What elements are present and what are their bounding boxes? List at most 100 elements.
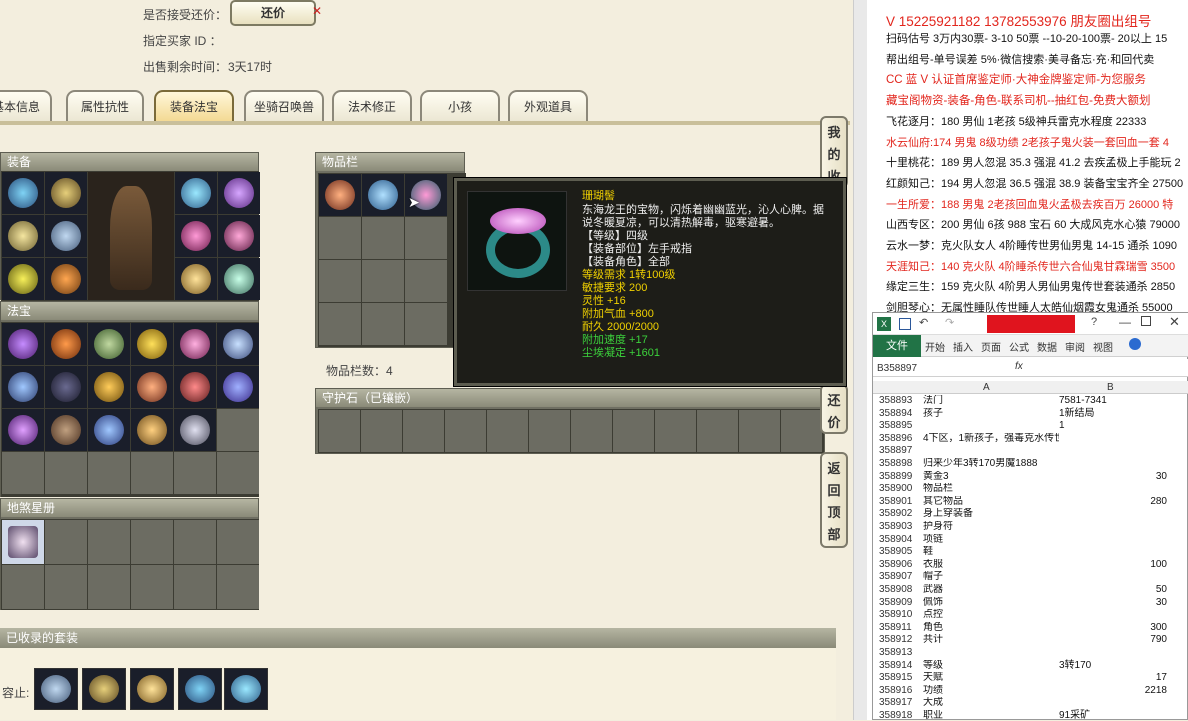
treasure-slot[interactable] <box>217 323 259 365</box>
equip-slot-belt[interactable] <box>175 258 217 300</box>
sheet-row[interactable]: 358908 武器 50 <box>873 584 1188 597</box>
empty-slot[interactable] <box>217 565 259 609</box>
equip-slot-charm[interactable] <box>218 258 260 300</box>
sheet-row[interactable]: 358914 等级 3转170 <box>873 660 1188 673</box>
cell-b-number[interactable]: 100 <box>1059 559 1167 572</box>
side-counter-offer-button[interactable]: 还价 <box>820 384 848 434</box>
collected-item[interactable] <box>224 668 268 710</box>
cell-a[interactable]: 身上穿装备 <box>923 508 1059 521</box>
empty-slot[interactable] <box>487 410 528 452</box>
equip-slot-badge[interactable] <box>2 258 44 300</box>
sheet-row[interactable]: 358897 <box>873 445 1188 458</box>
empty-slot[interactable] <box>217 452 259 494</box>
sheet-row[interactable]: 358904 项链 <box>873 534 1188 547</box>
sheet-row[interactable]: 358916 功绩 2218 <box>873 685 1188 698</box>
minimize-icon[interactable]: — <box>1119 315 1131 329</box>
ribbon-tab-home[interactable]: 开始 <box>925 339 945 354</box>
sheet-row[interactable]: 358893 法门 7581-7341 <box>873 395 1188 408</box>
empty-slot[interactable] <box>445 410 486 452</box>
tab-spell-correction[interactable]: 法术修正 <box>332 90 412 122</box>
equip-slot-boots[interactable] <box>45 258 87 300</box>
name-box[interactable]: B358897 <box>877 362 963 375</box>
undo-icon[interactable]: ↶ <box>919 316 928 329</box>
counter-offer-button[interactable]: 还价 <box>230 0 316 26</box>
empty-slot[interactable] <box>131 520 173 564</box>
sheet-row[interactable]: 358912 共计 790 <box>873 634 1188 647</box>
empty-slot[interactable] <box>781 410 822 452</box>
empty-slot[interactable] <box>174 520 216 564</box>
equip-slot-mask[interactable] <box>175 172 217 214</box>
treasure-slot[interactable] <box>174 409 216 451</box>
treasure-slot[interactable] <box>45 409 87 451</box>
collected-item[interactable] <box>130 668 174 710</box>
sheet-row[interactable]: 358898 归来少年3转170男魔1888 <box>873 458 1188 471</box>
empty-slot[interactable] <box>45 520 87 564</box>
empty-slot[interactable] <box>131 565 173 609</box>
empty-slot[interactable] <box>362 303 404 345</box>
cell-a[interactable]: 其它物品 <box>923 496 1059 509</box>
sheet-row[interactable]: 358918 职业 91采矿 <box>873 710 1188 721</box>
equip-slot-armor[interactable] <box>45 215 87 257</box>
help-icon[interactable]: ? <box>1091 316 1097 328</box>
tab-attributes[interactable]: 属性抗性 <box>66 90 144 122</box>
cell-a[interactable]: 黄金3 <box>923 471 1059 484</box>
sheet-row[interactable]: 358894 孩子 1新结局 <box>873 408 1188 421</box>
sheet-row[interactable]: 358913 <box>873 647 1188 660</box>
sheet-row[interactable]: 358895 1 <box>873 420 1188 433</box>
item-slot[interactable] <box>362 174 404 216</box>
cell-b[interactable]: 1 <box>1059 420 1167 433</box>
empty-slot[interactable] <box>362 217 404 259</box>
tab-basic-info[interactable]: 基本信息 <box>0 90 52 122</box>
empty-slot[interactable] <box>88 565 130 609</box>
cell-a[interactable]: 帽子 <box>923 571 1059 584</box>
cell-a[interactable]: 共计 <box>923 634 1059 647</box>
empty-slot[interactable] <box>319 410 360 452</box>
empty-slot[interactable] <box>88 520 130 564</box>
cell-a[interactable]: 4下区，1新孩子，强毒克水传世白骨，装备宝宝齐全 <box>923 433 1059 446</box>
ribbon-tab-view[interactable]: 视图 <box>1093 339 1113 354</box>
sheet-row[interactable]: 358906 衣服 100 <box>873 559 1188 572</box>
empty-slot[interactable] <box>45 565 87 609</box>
cell-a[interactable]: 大成 <box>923 697 1059 710</box>
cell-a[interactable]: 武器 <box>923 584 1059 597</box>
cell-a[interactable]: 衣服 <box>923 559 1059 572</box>
tab-mounts-summons[interactable]: 坐骑召唤兽 <box>244 90 324 122</box>
ribbon-tab-review[interactable]: 审阅 <box>1065 339 1085 354</box>
sheet-row[interactable]: 358909 佩饰 30 <box>873 597 1188 610</box>
sheet-row[interactable]: 358900 物品栏 <box>873 483 1188 496</box>
cell-b[interactable]: 91采矿 <box>1059 710 1167 721</box>
cell-b-number[interactable]: 790 <box>1059 634 1167 647</box>
treasure-slot[interactable] <box>88 409 130 451</box>
treasure-slot[interactable] <box>131 323 173 365</box>
empty-slot[interactable] <box>655 410 696 452</box>
empty-slot[interactable] <box>529 410 570 452</box>
empty-slot[interactable] <box>403 410 444 452</box>
treasure-slot[interactable] <box>2 409 44 451</box>
cell-b-number[interactable]: 17 <box>1059 672 1167 685</box>
sheet-row[interactable]: 358911 角色 300 <box>873 622 1188 635</box>
cell-a[interactable]: 等级 <box>923 660 1059 673</box>
equip-slot-weapon[interactable] <box>45 172 87 214</box>
cell-a[interactable]: 角色 <box>923 622 1059 635</box>
sheet-row[interactable]: 358896 4下区，1新孩子，强毒克水传世白骨，装备宝宝齐全 <box>873 433 1188 446</box>
redo-icon[interactable]: ↷ <box>945 316 954 329</box>
cell-a[interactable]: 鞋 <box>923 546 1059 559</box>
treasure-slot[interactable] <box>45 366 87 408</box>
treasure-slot[interactable] <box>131 366 173 408</box>
empty-slot[interactable] <box>319 303 361 345</box>
ribbon-tab-insert[interactable]: 插入 <box>953 339 973 354</box>
empty-slot[interactable] <box>405 303 447 345</box>
sheet-row[interactable]: 358903 护身符 <box>873 521 1188 534</box>
help-icon[interactable] <box>1129 338 1141 350</box>
cell-b[interactable]: 3转170 <box>1059 660 1167 673</box>
cell-b[interactable]: 1新结局 <box>1059 408 1167 421</box>
equip-slot-ring-right[interactable] <box>218 215 260 257</box>
cell-b-number[interactable]: 30 <box>1059 471 1167 484</box>
cell-a[interactable]: 物品栏 <box>923 483 1059 496</box>
ribbon-tab-formula[interactable]: 公式 <box>1009 339 1029 354</box>
empty-slot[interactable] <box>131 452 173 494</box>
sheet-row[interactable]: 358910 点控 <box>873 609 1188 622</box>
atlas-card[interactable] <box>2 520 44 564</box>
collected-item[interactable] <box>178 668 222 710</box>
file-tab[interactable]: 文件 <box>873 335 921 357</box>
